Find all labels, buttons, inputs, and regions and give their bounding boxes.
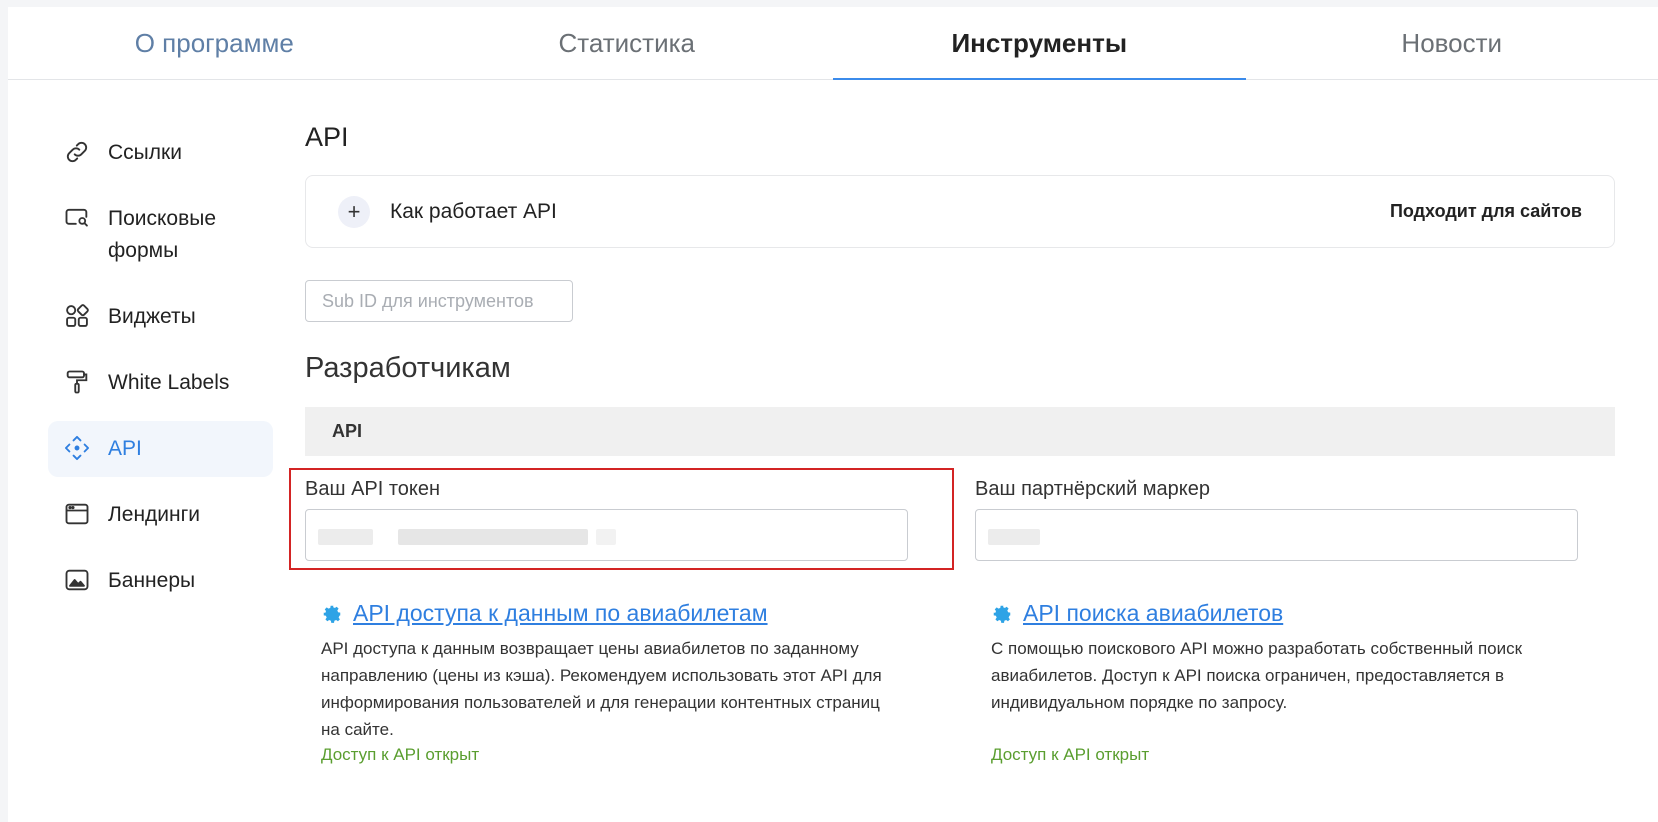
api-icon (62, 433, 92, 463)
partner-marker-field[interactable] (975, 509, 1578, 561)
api-token-field[interactable] (305, 509, 908, 561)
api-search-status: Доступ к API открыт (991, 745, 1150, 764)
subid-input[interactable] (305, 280, 573, 322)
main-content: API + Как работает API Подходит для сайт… (289, 122, 1615, 765)
sidebar-item-label: Лендинги (108, 503, 201, 526)
tab-statistics[interactable]: Статистика (421, 7, 834, 79)
sidebar-item-label: Ссылки (108, 141, 182, 164)
how-api-works-accordion[interactable]: + Как работает API Подходит для сайтов (305, 175, 1615, 248)
sidebar-item-widgets[interactable]: Виджеты (48, 289, 273, 345)
sidebar: Ссылки Поисковые формы Виджеты White Lab… (48, 125, 273, 619)
sidebar-item-landings[interactable]: Лендинги (48, 487, 273, 543)
search-form-icon (62, 203, 92, 233)
accordion-badge: Подходит для сайтов (1389, 201, 1582, 221)
sidebar-item-links[interactable]: Ссылки (48, 125, 273, 181)
api-search-link[interactable]: API поиска авиабилетов (1023, 600, 1283, 627)
sidebar-item-label: API (108, 437, 142, 460)
link-icon (62, 137, 92, 167)
api-data-status: Доступ к API открыт (321, 745, 480, 764)
sidebar-item-label: White Labels (108, 371, 230, 394)
sidebar-item-api[interactable]: API (48, 421, 273, 477)
api-card-search: API поиска авиабилетов С помощью поисков… (975, 600, 1615, 765)
sidebar-item-banners[interactable]: Баннеры (48, 553, 273, 609)
developers-title: Разработчикам (305, 352, 511, 384)
plus-icon: + (338, 195, 370, 228)
sidebar-item-white-labels[interactable]: White Labels (48, 355, 273, 411)
api-section-bar: API (305, 407, 1615, 456)
api-token-highlight: Ваш API токен (289, 468, 954, 570)
accordion-title: Как работает API (390, 199, 557, 223)
redacted-value (318, 529, 373, 545)
paint-roller-icon (62, 367, 92, 397)
redacted-value (398, 529, 588, 545)
gear-icon (323, 605, 341, 623)
widgets-icon (62, 301, 92, 331)
sidebar-item-label: Баннеры (108, 569, 196, 592)
browser-window-icon (62, 499, 92, 529)
sidebar-item-label: Поисковые формы (108, 207, 217, 262)
gear-icon (993, 605, 1011, 623)
tab-news[interactable]: Новости (1246, 7, 1658, 79)
sidebar-item-label: Виджеты (108, 305, 196, 328)
api-data-description: API доступа к данным возвращает цены ави… (321, 639, 882, 739)
api-data-link[interactable]: API доступа к данным по авиабилетам (353, 600, 768, 627)
image-icon (62, 565, 92, 595)
api-card-data: API доступа к данным по авиабилетам API … (305, 600, 975, 765)
redacted-value (988, 529, 1040, 545)
tab-about[interactable]: О программе (8, 7, 421, 79)
top-tabs: О программе Статистика Инструменты Новос… (8, 7, 1658, 80)
tab-tools[interactable]: Инструменты (833, 7, 1246, 80)
page: О программе Статистика Инструменты Новос… (8, 7, 1658, 822)
sidebar-item-search-forms[interactable]: Поисковые формы (48, 191, 273, 279)
api-search-description: С помощью поискового API можно разработа… (991, 639, 1523, 712)
api-token-label: Ваш API токен (305, 478, 441, 500)
partner-marker-label: Ваш партнёрский маркер (975, 478, 1211, 500)
redacted-value (596, 529, 616, 545)
page-title: API (305, 122, 349, 152)
